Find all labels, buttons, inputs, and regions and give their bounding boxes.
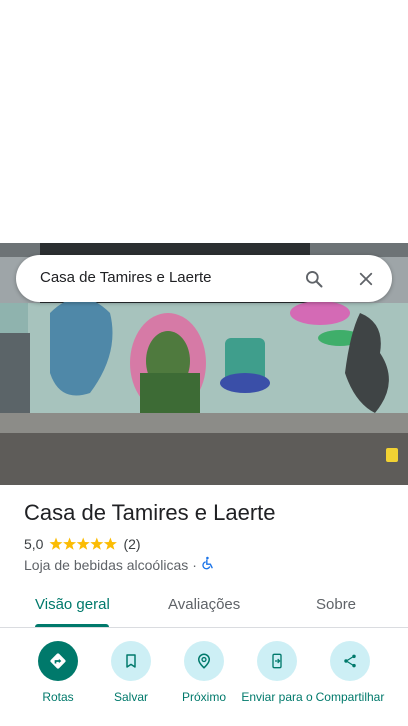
category-row: Loja de bebidas alcoólicas · [24, 556, 215, 573]
star-icon [104, 537, 118, 550]
review-count: (2) [123, 536, 141, 552]
nearby-icon [184, 641, 224, 681]
separator-dot: · [192, 556, 197, 573]
send-to-phone-icon [257, 641, 297, 681]
tab-overview[interactable]: Visão geral [35, 596, 110, 613]
category-label: Loja de bebidas alcoólicas [24, 556, 189, 573]
star-icon [63, 537, 77, 550]
send-to-phone-button[interactable]: Enviar para o [237, 641, 317, 704]
star-icon [77, 537, 91, 550]
rating-stars [49, 537, 118, 551]
nearby-label: Próximo [181, 690, 226, 704]
wheelchair-icon [201, 556, 215, 573]
share-icon [330, 641, 370, 681]
tab-reviews[interactable]: Avaliações [168, 596, 240, 613]
search-icon[interactable] [300, 265, 328, 293]
share-button[interactable]: Compartilhar [310, 641, 390, 704]
directions-icon [38, 641, 78, 681]
search-bar[interactable]: Casa de Tamires e Laerte [16, 255, 392, 302]
directions-label: Rotas [42, 690, 74, 704]
share-label: Compartilhar [315, 690, 385, 704]
nearby-button[interactable]: Próximo [164, 641, 244, 704]
star-icon [49, 537, 63, 550]
save-label: Salvar [113, 690, 148, 704]
save-button[interactable]: Salvar [91, 641, 171, 704]
directions-button[interactable]: Rotas [18, 641, 98, 704]
rating-row[interactable]: 5,0 (2) [24, 536, 141, 552]
tab-bar: Visão geral Avaliações Sobre [0, 590, 408, 628]
active-tab-indicator [35, 624, 109, 627]
close-icon[interactable] [352, 265, 380, 293]
tab-about[interactable]: Sobre [316, 596, 356, 613]
search-input[interactable]: Casa de Tamires e Laerte [40, 269, 211, 286]
rating-value: 5,0 [24, 536, 44, 552]
place-title: Casa de Tamires e Laerte [24, 500, 276, 525]
send-to-phone-label: Enviar para o [241, 690, 313, 704]
star-icon [90, 537, 104, 550]
bookmark-icon [111, 641, 151, 681]
